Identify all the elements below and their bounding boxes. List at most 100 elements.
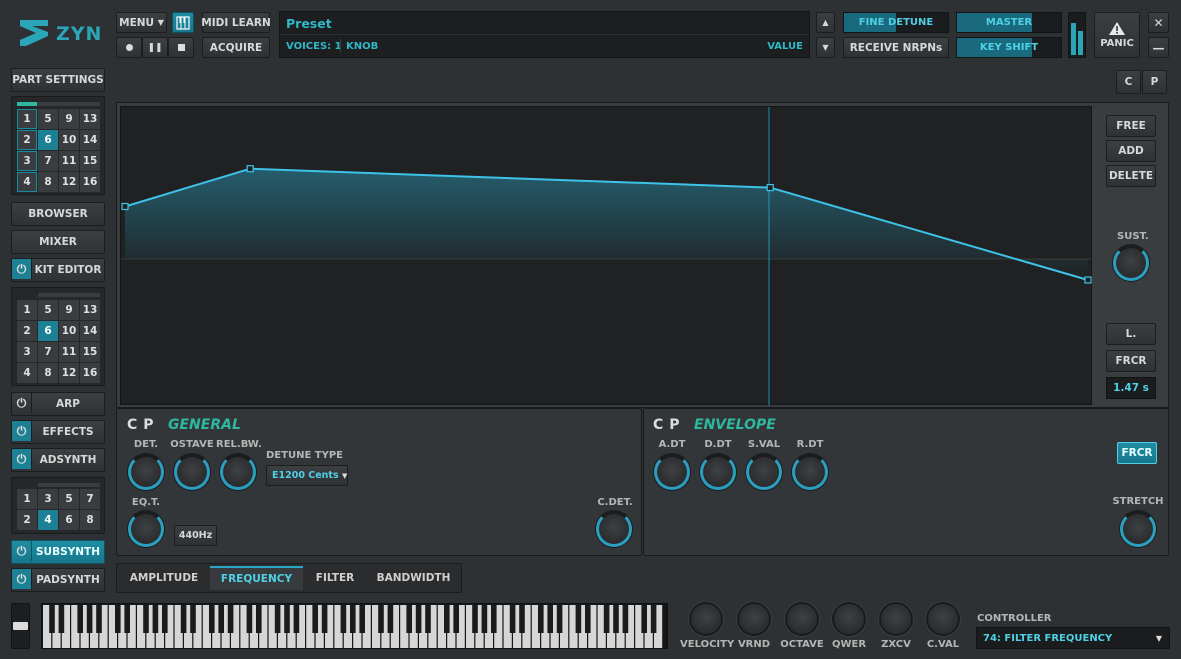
part-cell[interactable]: 8 bbox=[38, 172, 58, 192]
envelope-copy[interactable]: C bbox=[653, 417, 669, 433]
free-button[interactable]: FREE bbox=[1106, 115, 1156, 137]
voice-cell[interactable]: 8 bbox=[80, 510, 100, 530]
browser-button[interactable]: BROWSER bbox=[11, 202, 105, 226]
voice-cell-selected[interactable]: 4 bbox=[38, 510, 58, 530]
kit-cell[interactable]: 2 bbox=[17, 321, 37, 341]
black-key[interactable] bbox=[538, 605, 544, 633]
power-icon[interactable]: ⏻ bbox=[12, 421, 32, 441]
pitch-wheel-handle[interactable] bbox=[13, 622, 28, 630]
part-cell[interactable]: 13 bbox=[80, 109, 100, 129]
part-cell[interactable]: 5 bbox=[38, 109, 58, 129]
envelope-frcr-button[interactable]: FRCR bbox=[1117, 442, 1157, 464]
receive-nrpns-button[interactable]: RECEIVE NRPNs bbox=[843, 37, 949, 58]
part-cell[interactable]: 11 bbox=[59, 151, 79, 171]
sval-knob[interactable] bbox=[746, 454, 782, 490]
acquire-button[interactable]: ACQUIRE bbox=[202, 37, 270, 58]
black-key[interactable] bbox=[359, 605, 365, 633]
record-button[interactable] bbox=[116, 37, 142, 58]
black-key[interactable] bbox=[481, 605, 488, 633]
padsynth-button[interactable]: ⏻ PADSYNTH bbox=[11, 568, 105, 592]
fine-detune-slider[interactable]: FINE DETUNE bbox=[843, 12, 949, 33]
part-cell[interactable]: 2 bbox=[17, 130, 37, 150]
envelope-graph[interactable] bbox=[120, 106, 1093, 406]
black-key[interactable] bbox=[650, 605, 657, 633]
close-button[interactable]: ✕ bbox=[1148, 12, 1169, 33]
velocity-knob[interactable] bbox=[689, 602, 723, 636]
black-key[interactable] bbox=[613, 605, 619, 633]
piano-keyboard[interactable] bbox=[41, 603, 668, 649]
part-cell[interactable]: 16 bbox=[80, 172, 100, 192]
black-key[interactable] bbox=[387, 605, 394, 633]
power-icon[interactable]: ⏻ bbox=[12, 541, 32, 561]
det-knob[interactable] bbox=[128, 454, 164, 490]
black-key[interactable] bbox=[585, 605, 591, 633]
general-paste[interactable]: P bbox=[143, 417, 159, 433]
black-key[interactable] bbox=[152, 605, 159, 633]
kit-cell[interactable]: 1 bbox=[17, 300, 37, 320]
part-cell[interactable]: 7 bbox=[38, 151, 58, 171]
preset-up-button[interactable]: ▲ bbox=[816, 12, 835, 33]
envelope-point[interactable] bbox=[766, 183, 774, 192]
general-copy-paste[interactable]: CP bbox=[127, 417, 160, 433]
black-key[interactable] bbox=[284, 605, 290, 633]
frcr-button[interactable]: FRCR bbox=[1106, 350, 1156, 372]
voice-cell[interactable]: 1 bbox=[17, 489, 37, 509]
part-settings-button[interactable]: PART SETTINGS bbox=[11, 68, 105, 92]
black-key[interactable] bbox=[218, 605, 224, 633]
black-key[interactable] bbox=[519, 605, 525, 633]
black-key[interactable] bbox=[340, 605, 347, 633]
preset-name[interactable]: Preset bbox=[286, 16, 332, 31]
adsynth-button[interactable]: ⏻ ADSYNTH bbox=[11, 448, 105, 472]
pause-button[interactable]: ❚❚ bbox=[142, 37, 168, 58]
black-key[interactable] bbox=[406, 605, 412, 633]
black-key[interactable] bbox=[77, 605, 83, 633]
black-key[interactable] bbox=[603, 605, 610, 633]
linear-button[interactable]: L. bbox=[1106, 323, 1156, 345]
paste-button[interactable]: P bbox=[1142, 70, 1167, 94]
preset-down-button[interactable]: ▼ bbox=[816, 37, 835, 58]
voice-cell[interactable]: 6 bbox=[59, 510, 79, 530]
vrnd-knob[interactable] bbox=[737, 602, 771, 636]
kit-cell[interactable]: 15 bbox=[80, 342, 100, 362]
black-key[interactable] bbox=[444, 605, 450, 633]
tab-amplitude[interactable]: AMPLITUDE bbox=[120, 566, 208, 590]
black-key[interactable] bbox=[312, 605, 318, 633]
black-key[interactable] bbox=[491, 605, 497, 633]
qwer-knob[interactable] bbox=[832, 602, 866, 636]
envelope-point[interactable] bbox=[246, 165, 254, 173]
black-key[interactable] bbox=[622, 605, 629, 633]
black-key[interactable] bbox=[246, 605, 253, 633]
effects-button[interactable]: ⏻ EFFECTS bbox=[11, 420, 105, 444]
voice-cell[interactable]: 3 bbox=[38, 489, 58, 509]
black-key[interactable] bbox=[49, 605, 55, 633]
ostave-knob[interactable] bbox=[174, 454, 210, 490]
black-key[interactable] bbox=[415, 605, 422, 633]
black-key[interactable] bbox=[547, 605, 553, 633]
envelope-curve[interactable] bbox=[121, 107, 1093, 406]
kit-cell[interactable]: 10 bbox=[59, 321, 79, 341]
cval-knob[interactable] bbox=[926, 602, 960, 636]
part-cell[interactable]: 12 bbox=[59, 172, 79, 192]
black-key[interactable] bbox=[86, 605, 93, 633]
rdt-knob[interactable] bbox=[792, 454, 828, 490]
delete-point-button[interactable]: DELETE bbox=[1106, 165, 1156, 187]
controller-select[interactable]: 74: FILTER FREQUENCY ▼ bbox=[976, 627, 1170, 649]
black-key[interactable] bbox=[162, 605, 168, 633]
black-key[interactable] bbox=[256, 605, 262, 633]
envelope-copy-paste[interactable]: CP bbox=[653, 417, 686, 433]
add-point-button[interactable]: ADD bbox=[1106, 140, 1156, 162]
kit-cell[interactable]: 12 bbox=[59, 363, 79, 383]
black-key[interactable] bbox=[293, 605, 300, 633]
cdet-knob[interactable] bbox=[596, 511, 632, 547]
zxcv-knob[interactable] bbox=[879, 602, 913, 636]
part-cell[interactable]: 3 bbox=[17, 151, 37, 171]
tab-frequency[interactable]: FREQUENCY bbox=[210, 566, 303, 590]
black-key[interactable] bbox=[227, 605, 234, 633]
pitch-wheel[interactable] bbox=[11, 603, 30, 649]
kit-cell[interactable]: 16 bbox=[80, 363, 100, 383]
voice-cell[interactable]: 2 bbox=[17, 510, 37, 530]
kit-cell-selected[interactable]: 6 bbox=[38, 321, 58, 341]
tab-bandwidth[interactable]: BANDWIDTH bbox=[367, 566, 460, 590]
black-key[interactable] bbox=[209, 605, 215, 633]
power-icon[interactable]: ⏻ bbox=[12, 393, 32, 413]
